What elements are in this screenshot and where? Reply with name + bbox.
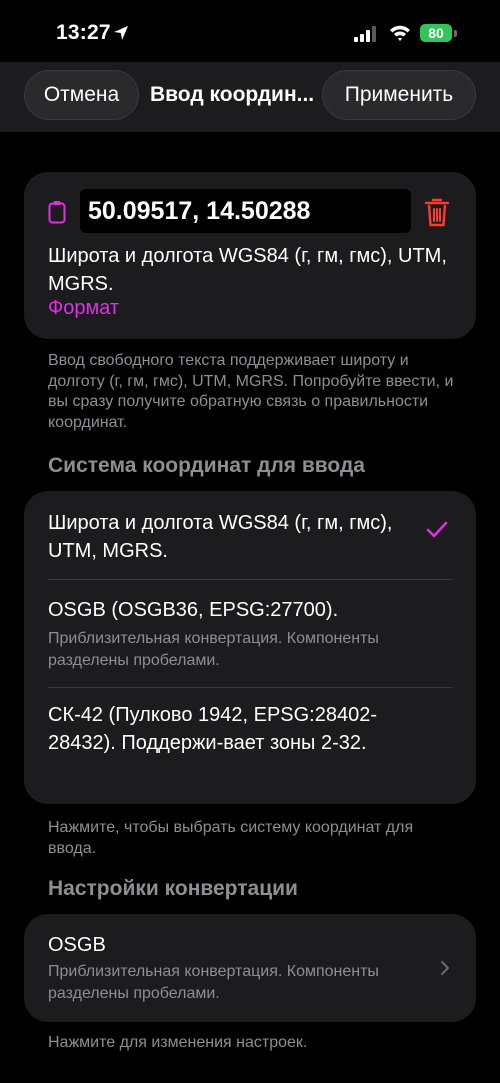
conversion-section-title: Настройки конвертации (48, 877, 298, 900)
status-bar: 13:27 80 (0, 0, 500, 62)
signal-icon (354, 26, 376, 42)
coordinate-input-card: 50.09517, 14.50288 Широта и долгота WGS8… (24, 172, 476, 339)
option-wgs84[interactable]: Широта и долгота WGS84 (г, гм, гмс), UTM… (24, 491, 476, 579)
option-sublabel: Приблизительная конвертация. Компоненты … (48, 630, 379, 669)
apply-button[interactable]: Применить (322, 70, 476, 120)
option-label: Широта и долгота WGS84 (г, гм, гмс), UTM… (48, 512, 393, 562)
conversion-item-label: OSGB (48, 934, 106, 956)
cancel-button[interactable]: Отмена (24, 70, 139, 120)
system-help-note: Нажмите, чтобы выбрать систему координат… (48, 819, 414, 857)
page-title: Ввод координ... (150, 83, 314, 106)
wifi-icon (390, 25, 410, 41)
battery-cap (454, 30, 457, 37)
coordinate-system-list: Широта и долгота WGS84 (г, гм, гмс), UTM… (24, 491, 476, 804)
battery-indicator: 80 (420, 24, 452, 42)
format-link[interactable]: Формат (48, 297, 119, 320)
conversion-settings-item[interactable]: OSGB Приблизительная конвертация. Компон… (24, 914, 476, 1022)
location-arrow-icon (114, 26, 128, 40)
navigation-bar: Отмена Ввод координ... Применить (0, 62, 500, 132)
input-format-description: Широта и долгота WGS84 (г, гм, гмс), UTM… (48, 245, 447, 295)
conversion-help-note: Нажмите для изменения настроек. (48, 1034, 308, 1051)
option-sk42[interactable]: СК-42 (Пулково 1942, EPSG:28402-28432). … (24, 688, 476, 804)
conversion-item-sublabel: Приблизительная конвертация. Компоненты … (48, 963, 379, 1002)
option-osgb[interactable]: OSGB (OSGB36, EPSG:27700). Приблизительн… (24, 580, 476, 688)
input-help-note: Ввод свободного текста поддерживает широ… (48, 352, 454, 431)
option-label: СК-42 (Пулково 1942, EPSG:28402-28432). … (48, 704, 378, 754)
clipboard-icon[interactable] (48, 200, 66, 224)
option-label: OSGB (OSGB36, EPSG:27700). (48, 599, 339, 621)
chevron-right-icon (441, 961, 449, 975)
coordinate-system-section-title: Система координат для ввода (48, 454, 365, 477)
coordinate-input-field[interactable]: 50.09517, 14.50288 (80, 189, 411, 233)
checkmark-icon (426, 521, 448, 538)
trash-icon[interactable] (424, 197, 450, 227)
status-time: 13:27 (56, 21, 111, 44)
